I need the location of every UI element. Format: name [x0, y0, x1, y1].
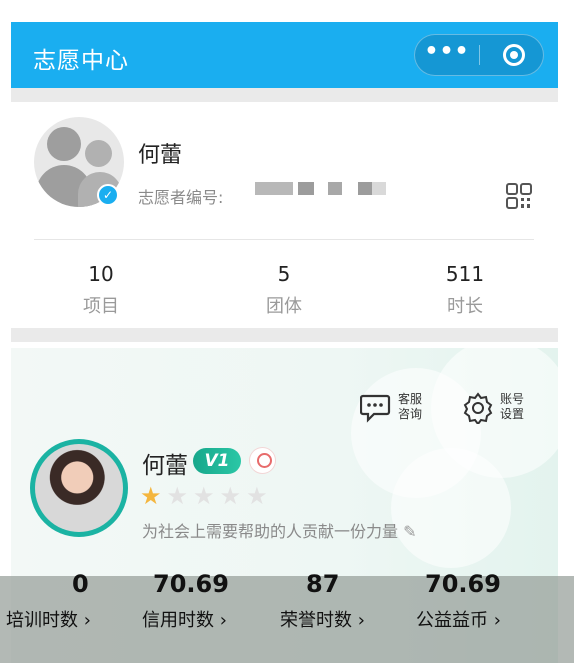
mask-block: [298, 182, 314, 195]
tool-label-line2: 设置: [500, 407, 525, 421]
page-title: 志愿中心: [33, 48, 129, 74]
tool-label: 客服 咨询: [398, 392, 422, 422]
more-menu-button[interactable]: •••: [415, 35, 479, 75]
avatar-placeholder-icon: [47, 127, 81, 161]
chat-icon: [360, 394, 391, 423]
volunteer-name: 何蕾: [142, 453, 188, 479]
medal-icon[interactable]: [249, 447, 276, 474]
section-divider: [11, 328, 558, 342]
avatar-photo: [35, 444, 123, 532]
metric-value: 70.69: [153, 570, 229, 598]
mask-block: [358, 182, 372, 195]
avatar-shape: [85, 140, 112, 167]
stat-projects[interactable]: 10 项目: [41, 262, 161, 318]
star-rating: ★★★★★: [140, 482, 273, 510]
metric-credit-hours[interactable]: 信用时数 ›: [142, 606, 227, 632]
edit-pencil-icon[interactable]: ✎: [403, 522, 416, 541]
clover-decoration: [391, 448, 511, 568]
metric-value: 70.69: [425, 570, 501, 598]
stat-value: 5: [277, 262, 291, 286]
volunteer-avatar[interactable]: [30, 439, 128, 537]
metric-charity-coins[interactable]: 公益益币 ›: [416, 606, 501, 632]
divider-line: [34, 239, 534, 240]
top-nav-bar: 志愿中心 •••: [11, 22, 558, 88]
stat-value: 10: [88, 262, 114, 286]
volunteer-id-label: 志愿者编号:: [138, 188, 224, 207]
customer-service-button[interactable]: 客服 咨询: [360, 392, 430, 426]
star-empty-icon: ★: [193, 482, 220, 510]
stat-hours[interactable]: 511 时长: [405, 262, 525, 318]
metric-value: 0: [72, 570, 89, 598]
stat-label: 团体: [266, 296, 302, 317]
motto-text: 为社会上需要帮助的人贡献一份力量: [142, 522, 399, 541]
stat-value: 511: [445, 262, 485, 286]
mask-block: [255, 182, 293, 195]
level-badge: V1: [193, 448, 241, 474]
metric-value: 87: [306, 570, 340, 598]
capsule-divider: [479, 45, 480, 65]
star-empty-icon: ★: [246, 482, 273, 510]
qr-code-icon[interactable]: [506, 183, 532, 209]
star-filled-icon: ★: [140, 482, 167, 510]
tool-label-line2: 咨询: [398, 407, 423, 421]
verified-check-icon: ✓: [97, 184, 119, 206]
tool-label: 账号 设置: [500, 392, 524, 422]
mini-program-capsule: •••: [414, 34, 544, 76]
section-divider: [11, 88, 558, 102]
user-name: 何蕾: [138, 143, 183, 168]
metric-training-hours[interactable]: 培训时数 ›: [6, 606, 91, 632]
star-empty-icon: ★: [219, 482, 247, 510]
metric-honor-hours[interactable]: 荣誉时数 ›: [280, 606, 365, 632]
mask-block: [328, 182, 342, 195]
tool-label-line1: 客服: [398, 392, 423, 406]
close-mini-program-button[interactable]: [503, 44, 525, 66]
stat-label: 项目: [83, 296, 119, 317]
stat-label: 时长: [447, 296, 483, 317]
volunteer-center-page: 志愿中心 ••• ✓ 何蕾 志愿者编号: 10 项目 5 团体 511 时长 客…: [0, 0, 574, 663]
gear-icon: [463, 392, 493, 424]
star-empty-icon: ★: [166, 482, 194, 510]
stat-groups[interactable]: 5 团体: [224, 262, 344, 318]
account-settings-button[interactable]: 账号 设置: [462, 392, 532, 426]
volunteer-motto[interactable]: 为社会上需要帮助的人贡献一份力量 ✎: [142, 518, 417, 542]
tool-label-line1: 账号: [500, 392, 525, 406]
mask-block: [372, 182, 386, 195]
